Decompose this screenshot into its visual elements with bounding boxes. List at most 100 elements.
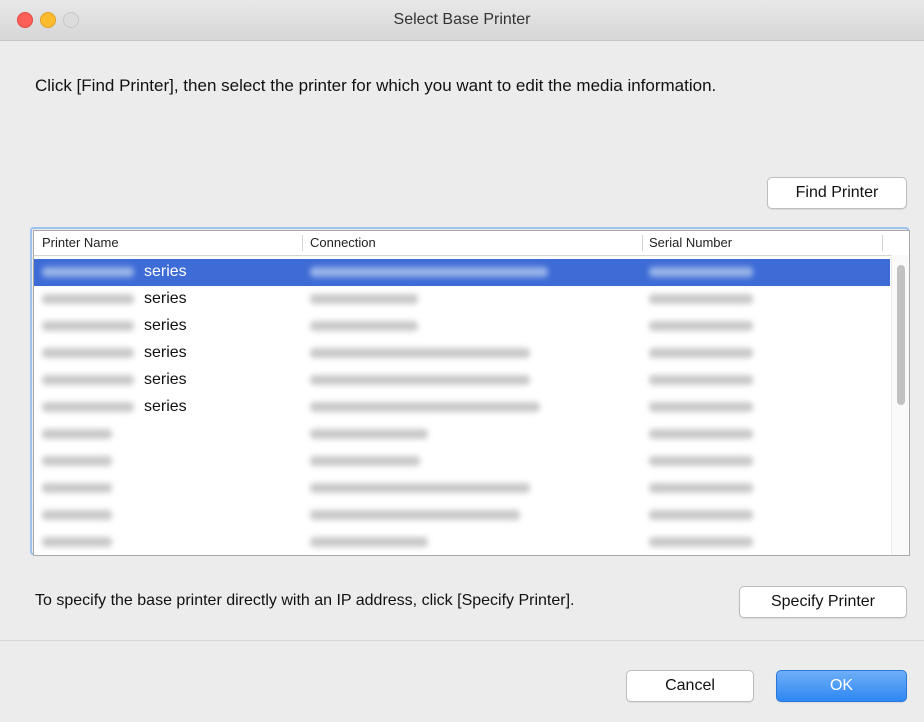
redacted-printer-name	[42, 456, 112, 466]
scrollbar-thumb[interactable]	[897, 265, 905, 405]
printer-name-cell: series	[42, 371, 187, 389]
printer-series-label: series	[144, 371, 187, 388]
column-header-connection[interactable]: Connection	[310, 235, 376, 250]
column-divider	[882, 235, 883, 251]
serial-number-cell	[649, 290, 753, 308]
table-row[interactable]: series	[34, 259, 890, 286]
table-row[interactable]	[34, 448, 890, 475]
column-divider[interactable]	[302, 235, 303, 251]
connection-cell	[310, 506, 520, 524]
redacted-serial-number	[649, 375, 753, 385]
printer-table[interactable]: Printer Name Connection Serial Number se…	[33, 230, 910, 556]
redacted-connection	[310, 429, 428, 439]
redacted-connection	[310, 375, 530, 385]
redacted-printer-name	[42, 348, 134, 358]
serial-number-cell	[649, 398, 753, 416]
printer-name-cell: series	[42, 398, 187, 416]
table-row[interactable]: series	[34, 286, 890, 313]
connection-cell	[310, 425, 428, 443]
title-bar: Select Base Printer	[0, 0, 924, 41]
printer-name-cell	[42, 452, 122, 470]
redacted-connection	[310, 267, 548, 277]
connection-cell	[310, 317, 418, 335]
redacted-serial-number	[649, 402, 753, 412]
serial-number-cell	[649, 452, 753, 470]
printer-name-cell: series	[42, 317, 187, 335]
table-row[interactable]: series	[34, 340, 890, 367]
redacted-printer-name	[42, 483, 112, 493]
connection-cell	[310, 263, 548, 281]
serial-number-cell	[649, 344, 753, 362]
printer-name-cell	[42, 479, 122, 497]
cancel-button[interactable]: Cancel	[626, 670, 754, 702]
redacted-printer-name	[42, 537, 112, 547]
connection-cell	[310, 452, 420, 470]
printer-series-label: series	[144, 290, 187, 307]
table-row[interactable]: series	[34, 313, 890, 340]
dialog-window: Select Base Printer Click [Find Printer]…	[0, 0, 924, 722]
printer-series-label: series	[144, 263, 187, 280]
redacted-serial-number	[649, 429, 753, 439]
connection-cell	[310, 398, 540, 416]
window-title: Select Base Printer	[393, 11, 531, 28]
redacted-connection	[310, 456, 420, 466]
table-row[interactable]	[34, 502, 890, 529]
printer-series-label: series	[144, 344, 187, 361]
redacted-serial-number	[649, 510, 753, 520]
serial-number-cell	[649, 371, 753, 389]
column-header-printer-name[interactable]: Printer Name	[42, 235, 119, 250]
specify-printer-button[interactable]: Specify Printer	[739, 586, 907, 618]
connection-cell	[310, 290, 418, 308]
printer-name-cell: series	[42, 344, 187, 362]
vertical-scrollbar[interactable]	[891, 255, 909, 555]
serial-number-cell	[649, 425, 753, 443]
printer-name-cell	[42, 425, 122, 443]
serial-number-cell	[649, 506, 753, 524]
table-row[interactable]	[34, 475, 890, 502]
table-row[interactable]	[34, 529, 890, 555]
redacted-printer-name	[42, 294, 134, 304]
redacted-connection	[310, 294, 418, 304]
redacted-connection	[310, 537, 428, 547]
redacted-serial-number	[649, 483, 753, 493]
connection-cell	[310, 533, 428, 551]
table-row[interactable]: series	[34, 394, 890, 421]
serial-number-cell	[649, 479, 753, 497]
redacted-serial-number	[649, 537, 753, 547]
redacted-connection	[310, 402, 540, 412]
printer-name-cell: series	[42, 263, 187, 281]
redacted-serial-number	[649, 456, 753, 466]
find-printer-button[interactable]: Find Printer	[767, 177, 907, 209]
printer-series-label: series	[144, 398, 187, 415]
redacted-serial-number	[649, 267, 753, 277]
printer-name-cell	[42, 533, 122, 551]
serial-number-cell	[649, 263, 753, 281]
instruction-text: Click [Find Printer], then select the pr…	[35, 76, 717, 95]
redacted-printer-name	[42, 510, 112, 520]
redacted-printer-name	[42, 402, 134, 412]
ip-address-hint: To specify the base printer directly wit…	[35, 592, 575, 609]
redacted-printer-name	[42, 321, 134, 331]
redacted-connection	[310, 510, 520, 520]
redacted-connection	[310, 348, 530, 358]
redacted-connection	[310, 483, 530, 493]
printer-series-label: series	[144, 317, 187, 334]
redacted-serial-number	[649, 294, 753, 304]
column-divider[interactable]	[642, 235, 643, 251]
printer-name-cell	[42, 506, 122, 524]
table-header: Printer Name Connection Serial Number	[34, 231, 909, 256]
redacted-serial-number	[649, 348, 753, 358]
table-row[interactable]	[34, 421, 890, 448]
serial-number-cell	[649, 533, 753, 551]
connection-cell	[310, 344, 530, 362]
table-row[interactable]: series	[34, 367, 890, 394]
serial-number-cell	[649, 317, 753, 335]
connection-cell	[310, 479, 530, 497]
footer-divider	[0, 640, 924, 641]
ok-button[interactable]: OK	[776, 670, 907, 702]
redacted-printer-name	[42, 267, 134, 277]
column-header-serial-number[interactable]: Serial Number	[649, 235, 732, 250]
redacted-connection	[310, 321, 418, 331]
printer-name-cell: series	[42, 290, 187, 308]
redacted-printer-name	[42, 375, 134, 385]
